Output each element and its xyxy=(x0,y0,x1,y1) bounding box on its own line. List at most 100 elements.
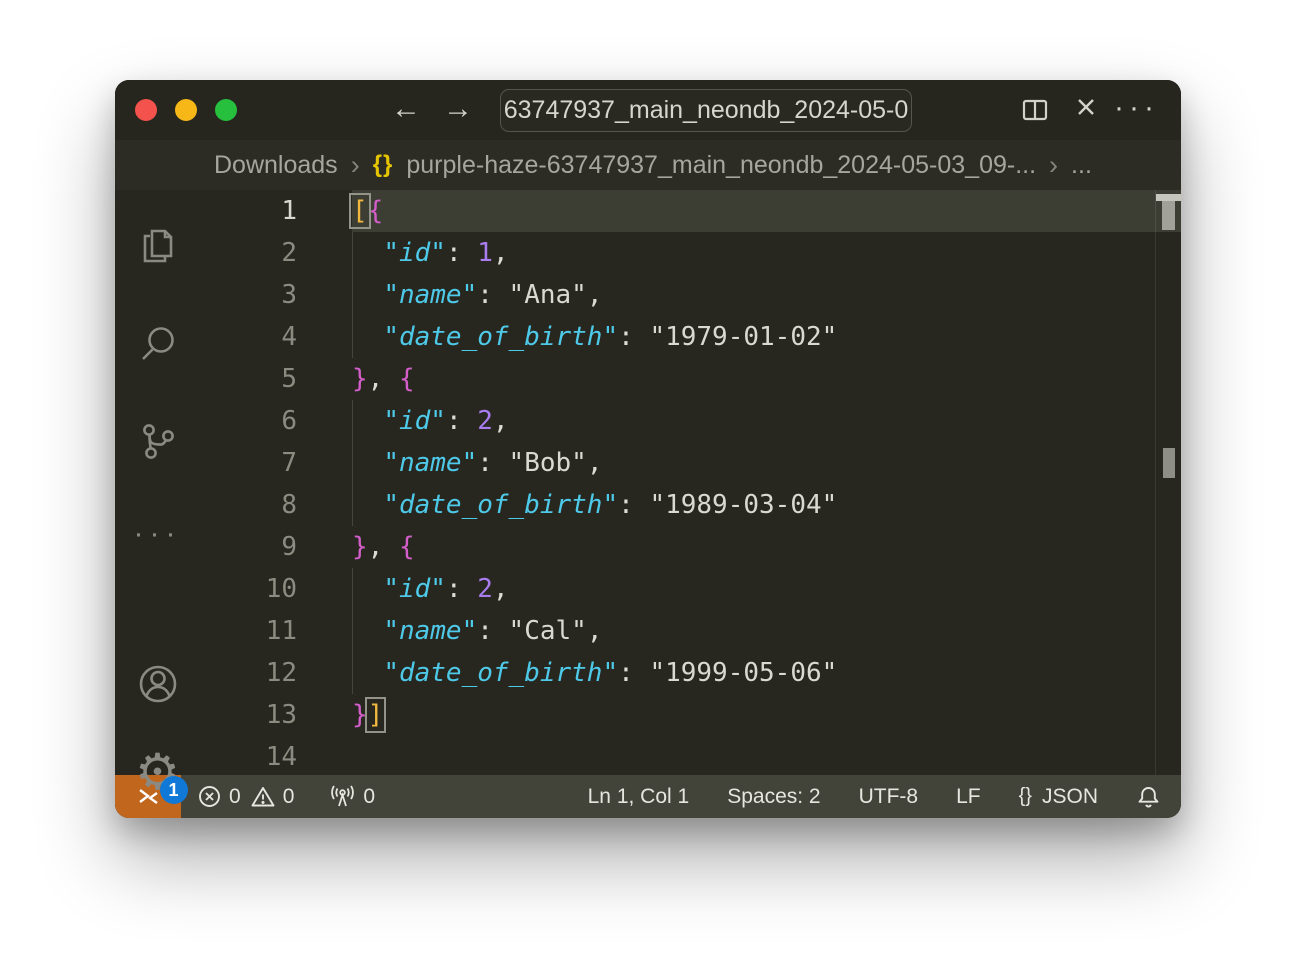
code-content: [{ xyxy=(352,190,383,232)
desktop: ← → 63747937_main_neondb_2024-05-0 ··· D… xyxy=(0,0,1296,966)
source-control-icon[interactable] xyxy=(135,419,181,465)
explorer-icon[interactable] xyxy=(135,223,181,269)
language-mode[interactable]: {} JSON xyxy=(1019,785,1098,809)
code-token: : xyxy=(477,616,508,646)
code-token: , xyxy=(587,616,603,646)
maximize-window-button[interactable] xyxy=(215,99,237,121)
code-line[interactable]: 7 "name": "Bob", xyxy=(200,442,1181,484)
scrollbar-top-marker xyxy=(1156,194,1181,201)
search-icon[interactable] xyxy=(135,321,181,367)
code-content: "date_of_birth": "1979-01-02" xyxy=(352,316,837,358)
cursor-position[interactable]: Ln 1, Col 1 xyxy=(588,785,690,809)
code-token xyxy=(352,490,383,520)
back-arrow-icon[interactable]: ← xyxy=(386,80,426,140)
code-line[interactable]: 8 "date_of_birth": "1989-03-04" xyxy=(200,484,1181,526)
line-number: 9 xyxy=(200,526,297,568)
chevron-right-icon: › xyxy=(1049,150,1058,181)
forward-arrow-icon[interactable]: → xyxy=(438,80,478,140)
code-token: , xyxy=(493,238,509,268)
eol-setting[interactable]: LF xyxy=(956,785,981,809)
json-file-icon: {} xyxy=(373,151,394,179)
minimize-window-button[interactable] xyxy=(175,99,197,121)
code-token: : xyxy=(618,322,649,352)
code-line[interactable]: 12 "date_of_birth": "1999-05-06" xyxy=(200,652,1181,694)
code-token: : xyxy=(618,490,649,520)
command-center-title[interactable]: 63747937_main_neondb_2024-05-0 xyxy=(500,89,912,132)
code-token: , xyxy=(368,532,399,562)
breadcrumb-folder[interactable]: Downloads xyxy=(214,151,338,180)
code-token xyxy=(352,322,383,352)
code-content: "name": "Bob", xyxy=(352,442,602,484)
breadcrumb-file[interactable]: purple-haze-63747937_main_neondb_2024-05… xyxy=(406,151,1036,180)
settings-badge: 1 xyxy=(160,776,188,804)
ports-indicator[interactable]: 0 xyxy=(329,784,375,810)
code-line[interactable]: 13}] xyxy=(200,694,1181,736)
traffic-lights xyxy=(135,99,237,121)
code-line[interactable]: 2 "id": 1, xyxy=(200,232,1181,274)
close-editor-icon[interactable] xyxy=(1071,92,1101,122)
account-icon[interactable] xyxy=(134,660,182,708)
encoding-setting[interactable]: UTF-8 xyxy=(859,785,919,809)
code-content: }] xyxy=(352,694,383,736)
code-line[interactable]: 10 "id": 2, xyxy=(200,568,1181,610)
code-token: "1979-01-02" xyxy=(649,322,837,352)
code-content: }, { xyxy=(352,526,415,568)
close-window-button[interactable] xyxy=(135,99,157,121)
code-line[interactable]: 14 xyxy=(200,736,1181,775)
code-token: 2 xyxy=(477,574,493,604)
line-number: 11 xyxy=(200,610,297,652)
code-line[interactable]: 3 "name": "Ana", xyxy=(200,274,1181,316)
code-token: 2 xyxy=(477,406,493,436)
code-token: "name" xyxy=(383,616,477,646)
code-content: "id": 2, xyxy=(352,568,509,610)
line-number: 6 xyxy=(200,400,297,442)
line-number: 13 xyxy=(200,694,297,736)
code-content: "date_of_birth": "1999-05-06" xyxy=(352,652,837,694)
code-token: "1999-05-06" xyxy=(649,658,837,688)
code-token: , xyxy=(587,280,603,310)
main-area: ··· ⚙ 1 1[{2 "id": 1,3 "name": "Ana",4 "… xyxy=(115,190,1181,775)
code-token: , xyxy=(493,406,509,436)
code-token: "name" xyxy=(383,448,477,478)
scrollbar-thumb[interactable] xyxy=(1162,201,1175,230)
code-token xyxy=(352,658,383,688)
editor[interactable]: 1[{2 "id": 1,3 "name": "Ana",4 "date_of_… xyxy=(200,190,1181,775)
code-content: "id": 2, xyxy=(352,400,509,442)
code-token: "date_of_birth" xyxy=(383,490,618,520)
editor-scrollbar[interactable] xyxy=(1155,190,1181,775)
warnings-indicator[interactable]: 0 xyxy=(250,784,295,809)
status-bar: 0 0 xyxy=(115,775,1181,818)
code-content: "name": "Cal", xyxy=(352,610,602,652)
notifications-bell[interactable] xyxy=(1136,784,1161,810)
code-token: } xyxy=(352,700,368,730)
split-editor-icon[interactable] xyxy=(1019,94,1051,126)
errors-indicator[interactable]: 0 xyxy=(197,784,241,809)
code-token: } xyxy=(352,364,368,394)
code-token: "id" xyxy=(383,406,446,436)
chevron-right-icon: › xyxy=(351,150,360,181)
code-content: "date_of_birth": "1989-03-04" xyxy=(352,484,837,526)
code-token: { xyxy=(399,364,415,394)
code-token xyxy=(352,574,383,604)
breadcrumb-symbol-more[interactable]: ... xyxy=(1071,151,1092,180)
code-line[interactable]: 9 }, { xyxy=(200,526,1181,568)
code-token: , xyxy=(587,448,603,478)
code-line[interactable]: 6 "id": 2, xyxy=(200,400,1181,442)
code-line[interactable]: 11 "name": "Cal", xyxy=(200,610,1181,652)
line-number: 12 xyxy=(200,652,297,694)
line-number: 8 xyxy=(200,484,297,526)
code-line[interactable]: 4 "date_of_birth": "1979-01-02" xyxy=(200,316,1181,358)
vscode-window: ← → 63747937_main_neondb_2024-05-0 ··· D… xyxy=(115,80,1181,818)
code-token: : xyxy=(446,238,477,268)
activity-bar: ··· ⚙ 1 xyxy=(115,190,200,775)
code-token xyxy=(352,448,383,478)
error-icon xyxy=(197,784,222,809)
additional-views-icon[interactable]: ··· xyxy=(134,517,182,551)
code-content: "id": 1, xyxy=(352,232,509,274)
code-line[interactable]: 1[{ xyxy=(200,190,1181,232)
warnings-count: 0 xyxy=(283,785,295,809)
more-actions-icon[interactable]: ··· xyxy=(1114,93,1159,123)
indentation-setting[interactable]: Spaces: 2 xyxy=(727,785,820,809)
bracket-match: [ xyxy=(352,196,368,226)
code-line[interactable]: 5}, { xyxy=(200,358,1181,400)
